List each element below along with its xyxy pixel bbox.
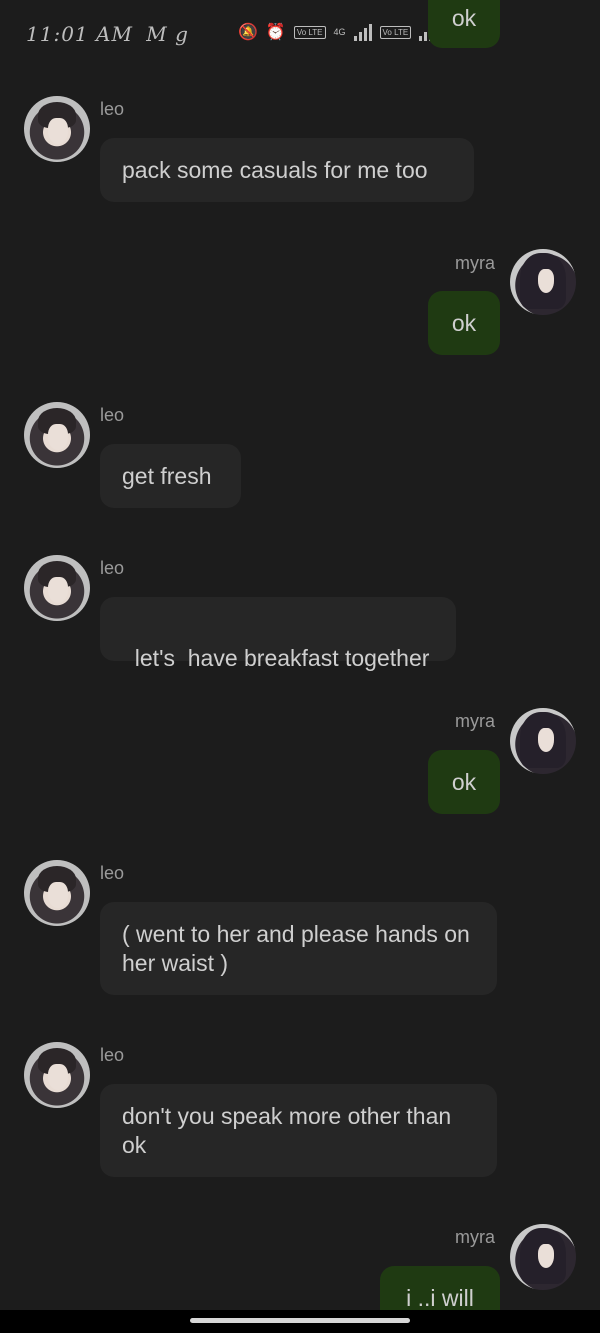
message-bubble[interactable]: pack some casuals for me too — [100, 138, 474, 202]
status-bar: 11:01 AM M g 🔕 ⏰ Vo LTE 4G Vo LTE 46 — [0, 0, 600, 72]
avatar-myra[interactable] — [510, 708, 576, 774]
message-bubble-partial[interactable]: ok — [428, 0, 500, 48]
message-bubble[interactable]: ( went to her and please hands on her wa… — [100, 902, 497, 995]
avatar-leo[interactable] — [24, 402, 90, 468]
network-type-icon: 4G — [333, 27, 346, 37]
sender-name: myra — [455, 253, 495, 273]
volte-icon: Vo LTE — [293, 25, 326, 39]
sender-name: leo — [100, 405, 125, 425]
sender-name: leo — [100, 863, 125, 883]
message-text: i ..i will — [406, 1285, 474, 1311]
vibrate-mute-icon: 🔕 — [238, 24, 258, 41]
message-text: ok — [451, 310, 477, 336]
avatar-myra[interactable] — [510, 1224, 576, 1290]
navigation-bar — [0, 1310, 600, 1333]
volte-icon-2: Vo LTE — [379, 25, 412, 39]
message-bubble[interactable]: ok — [428, 750, 500, 814]
avatar-leo[interactable] — [24, 555, 90, 621]
status-extras: M g — [146, 22, 189, 46]
message-bubble[interactable]: get fresh — [100, 444, 241, 508]
message-bubble[interactable]: ok — [428, 291, 500, 355]
alarm-icon: ⏰ — [265, 24, 286, 41]
status-time: 11:01 AM M g — [26, 22, 189, 46]
message-text: ok — [451, 769, 477, 795]
message-text: let's have breakfast together — [134, 645, 430, 671]
message-text: ok — [451, 5, 477, 31]
avatar-leo[interactable] — [24, 1042, 90, 1108]
sender-name: leo — [100, 1045, 125, 1065]
home-gesture-handle[interactable] — [190, 1318, 410, 1323]
message-bubble[interactable]: let's have breakfast together — [100, 597, 456, 671]
sender-name: myra — [455, 711, 495, 731]
message-text: don't you speak more other than ok — [122, 1103, 452, 1158]
message-bubble[interactable]: don't you speak more other than ok — [100, 1084, 497, 1177]
time-text: 11:01 AM — [26, 22, 133, 46]
message-text: ( went to her and please hands on her wa… — [122, 921, 470, 976]
avatar-myra[interactable] — [510, 249, 576, 315]
sender-name: leo — [100, 558, 125, 578]
signal-icon — [353, 23, 372, 41]
avatar-leo[interactable] — [24, 860, 90, 926]
avatar-leo[interactable] — [24, 96, 90, 162]
sender-name: myra — [455, 1227, 495, 1247]
message-text: pack some casuals for me too — [122, 157, 428, 183]
sender-name: leo — [100, 99, 125, 119]
message-text: get fresh — [122, 463, 212, 489]
